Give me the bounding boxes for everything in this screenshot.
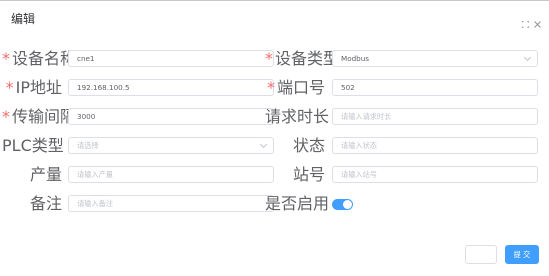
enabled-label: 是否启用: [265, 194, 330, 213]
switch-knob: [343, 200, 352, 209]
close-icon[interactable]: [534, 13, 541, 28]
status-input[interactable]: 请输入状态: [332, 137, 538, 154]
edit-dialog: 编辑 * 设备名称 cne1 * 设备类型 Modbus * IP地址 192.168…: [0, 0, 549, 276]
station-label: 站号: [292, 165, 325, 184]
request-time-input[interactable]: 请输入请求时长: [332, 108, 538, 125]
device-type-label: * 设备类型: [265, 49, 340, 68]
device-name-label: * 设备名称: [2, 49, 77, 68]
device-type-select[interactable]: Modbus: [332, 50, 538, 67]
request-time-label: 请求时长: [265, 107, 330, 126]
cancel-button[interactable]: [465, 245, 497, 264]
device-name-input[interactable]: cne1: [68, 50, 274, 67]
station-input[interactable]: 请输入站号: [332, 166, 538, 183]
production-label: 产量: [29, 165, 62, 184]
ip-input[interactable]: 192.168.100.5: [68, 79, 274, 96]
interval-input[interactable]: 3000: [68, 108, 274, 125]
interval-label: * 传输间隔: [2, 107, 77, 126]
production-input[interactable]: 请输入产量: [68, 166, 274, 183]
port-input[interactable]: 502: [332, 79, 538, 96]
plc-type-label: PLC类型: [2, 136, 64, 155]
plc-type-select[interactable]: 请选择: [68, 137, 274, 154]
plc-type-placeholder: 请选择: [77, 141, 99, 150]
dialog-header-actions: [521, 13, 541, 29]
status-label: 状态: [292, 136, 325, 155]
port-label: * 端口号: [266, 78, 325, 97]
remark-label: 备注: [29, 194, 62, 213]
ip-label: * IP地址: [5, 78, 62, 97]
remark-input[interactable]: 请输入备注: [68, 195, 274, 212]
device-type-value: Modbus: [341, 54, 370, 63]
enabled-switch[interactable]: [332, 199, 353, 210]
submit-button[interactable]: 提 交: [505, 245, 539, 264]
chevron-down-icon: [523, 53, 532, 62]
dialog-title: 编辑: [11, 12, 36, 26]
fullscreen-icon[interactable]: [521, 13, 530, 29]
